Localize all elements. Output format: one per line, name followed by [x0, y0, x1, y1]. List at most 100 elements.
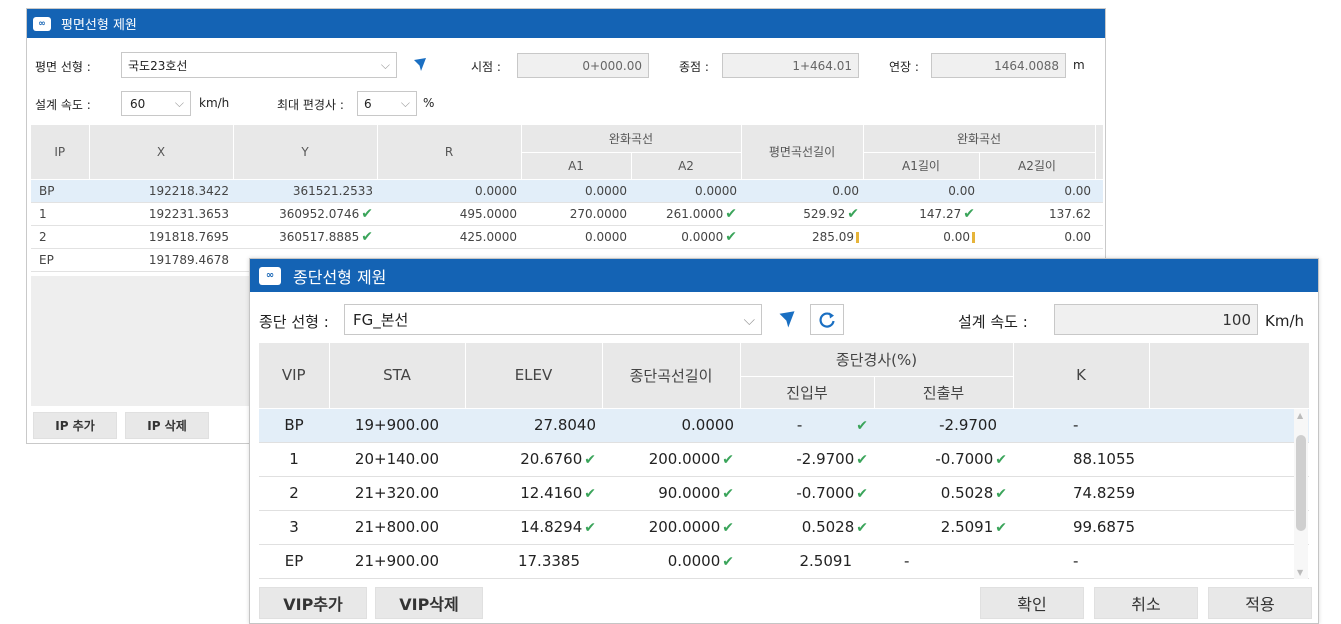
col-a2-length: A2길이: [979, 152, 1096, 180]
profile-alignment-dialog: ∞ 종단선형 제원 종단 선형 : FG_본선 ⌵ 설계 속도 : 100 Km…: [249, 258, 1319, 624]
superelevation-select[interactable]: 6 ⌵: [357, 91, 417, 116]
table-row[interactable]: BP 192218.3422 361521.2533 0.0000 0.0000…: [31, 179, 1104, 203]
delete-ip-button[interactable]: IP 삭제: [125, 412, 209, 439]
plan-speed-unit: km/h: [199, 96, 230, 110]
checkmark-icon: ✔: [995, 486, 1008, 502]
col-vertical-curve-length: 종단곡선길이: [602, 343, 741, 409]
col-a1: A1: [521, 152, 632, 180]
profile-speed-value: 100: [1222, 310, 1251, 329]
plan-speed-value: 60: [130, 96, 146, 111]
checkmark-icon: ✔: [361, 205, 373, 222]
profile-speed-unit: Km/h: [1265, 312, 1305, 330]
checkmark-icon: ✔: [725, 205, 738, 222]
table-row[interactable]: 2 191818.7695 360517.8885 ✔ 425.0000 0.00…: [31, 225, 1104, 249]
profile-line-value: FG_본선: [353, 311, 409, 329]
add-vip-button[interactable]: VIP추가: [259, 587, 367, 619]
checkmark-icon: ✔: [725, 228, 738, 245]
superelevation-unit: %: [423, 96, 435, 110]
col-sta: STA: [329, 343, 466, 409]
col-elev: ELEV: [465, 343, 603, 409]
superelevation-value: 6: [364, 96, 372, 111]
checkmark-icon: ✔: [722, 486, 734, 502]
col-entry: 진입부: [740, 376, 875, 409]
refresh-button[interactable]: [810, 304, 844, 335]
col-transition-length: 완화곡선: [863, 125, 1096, 153]
profile-dialog-titlebar: ∞ 종단선형 제원: [250, 259, 1318, 292]
cursor-arrow-icon: [414, 58, 426, 71]
end-station-field: 1+464.01: [722, 53, 859, 78]
cancel-button[interactable]: 취소: [1094, 587, 1198, 619]
checkmark-icon: ✔: [722, 554, 734, 570]
checkmark-icon: ✔: [856, 486, 868, 502]
warning-mark-icon: [856, 231, 860, 243]
warning-mark-icon: [972, 231, 976, 243]
ip-table: IP X Y R 완화곡선 평면곡선길이 완화곡선 A1 A2 A1길이 A2길…: [31, 125, 1104, 272]
table-row[interactable]: 2 21+320.00 12.4160 ✔ 90.0000 ✔ -0.7000 ✔ 0…: [259, 476, 1310, 511]
table-row[interactable]: 3 21+800.00 14.8294 ✔ 200.0000 ✔ 0.5028 ✔ 2…: [259, 510, 1310, 545]
col-exit: 진출부: [874, 376, 1014, 409]
checkmark-icon: ✔: [856, 452, 868, 468]
table-row[interactable]: BP 19+900.00 27.8040 0.0000 - ✔ -2.9700 -: [259, 408, 1310, 443]
delete-vip-button[interactable]: VIP삭제: [375, 587, 483, 619]
col-k: K: [1013, 343, 1150, 409]
col-curve-length: 평면곡선길이: [741, 125, 864, 180]
checkmark-icon: ✔: [584, 520, 596, 536]
add-ip-button[interactable]: IP 추가: [33, 412, 117, 439]
checkmark-icon: ✔: [856, 520, 868, 536]
checkmark-icon: ✔: [995, 520, 1008, 536]
superelevation-label: 최대 편경사 :: [277, 98, 344, 112]
scroll-up-icon[interactable]: ▲: [1297, 411, 1303, 420]
checkmark-icon: ✔: [995, 452, 1008, 468]
checkmark-icon: ✔: [722, 520, 734, 536]
profile-dialog-title: 종단선형 제원: [293, 267, 387, 287]
checkmark-icon: ✔: [361, 228, 373, 245]
start-station-field: 0+000.00: [517, 53, 649, 78]
col-x: X: [89, 125, 234, 180]
col-a1-length: A1길이: [863, 152, 980, 180]
plan-speed-label: 설계 속도 :: [35, 98, 91, 112]
checkmark-icon: ✔: [584, 486, 596, 502]
profile-line-select[interactable]: FG_본선 ⌵: [344, 304, 762, 335]
start-station-value: 0+000.00: [582, 58, 642, 73]
pick-profile-button[interactable]: [770, 304, 804, 335]
length-value: 1464.0088: [994, 58, 1059, 73]
refresh-icon: [819, 311, 835, 328]
pick-plan-button[interactable]: [407, 52, 433, 78]
alignment-app-icon: ∞: [259, 266, 281, 285]
plan-speed-select[interactable]: 60 ⌵: [121, 91, 191, 116]
plan-line-value: 국도23호선: [128, 58, 188, 73]
col-transition: 완화곡선: [521, 125, 742, 153]
checkmark-icon: ✔: [584, 452, 596, 468]
col-grade: 종단경사(%): [740, 343, 1014, 377]
scrollbar-thumb[interactable]: [1296, 435, 1306, 531]
length-label: 연장 :: [889, 60, 919, 74]
plan-dialog-titlebar: ∞ 평면선형 제원: [27, 9, 1105, 38]
col-y: Y: [233, 125, 378, 180]
col-ip: IP: [31, 125, 90, 180]
chevron-down-icon: ⌵: [400, 96, 410, 110]
chevron-down-icon: ⌵: [380, 57, 390, 72]
plan-line-select[interactable]: 국도23호선 ⌵: [121, 52, 397, 78]
col-vip: VIP: [259, 343, 330, 409]
scroll-down-icon[interactable]: ▼: [1297, 568, 1303, 577]
table-row[interactable]: 1 20+140.00 20.6760 ✔ 200.0000 ✔ -2.9700 ✔ …: [259, 442, 1310, 477]
length-unit: m: [1073, 58, 1085, 72]
checkmark-icon: ✔: [847, 205, 860, 222]
apply-button[interactable]: 적용: [1208, 587, 1312, 619]
alignment-app-icon: ∞: [33, 16, 51, 31]
vip-table-scrollbar[interactable]: ▲ ▼: [1294, 409, 1308, 579]
cursor-arrow-icon: [779, 310, 795, 327]
ok-button[interactable]: 확인: [980, 587, 1084, 619]
checkmark-icon: ✔: [856, 418, 868, 434]
end-station-label: 종점 :: [679, 60, 709, 74]
col-a2: A2: [631, 152, 742, 180]
col-r: R: [377, 125, 522, 180]
table-row[interactable]: 1 192231.3653 360952.0746 ✔ 495.0000 270.…: [31, 202, 1104, 226]
vip-table: VIP STA ELEV 종단곡선길이 종단경사(%) K 진입부 진출부 BP…: [259, 343, 1310, 579]
chevron-down-icon: ⌵: [174, 96, 184, 110]
checkmark-icon: ✔: [963, 205, 976, 222]
end-station-value: 1+464.01: [792, 58, 852, 73]
start-station-label: 시점 :: [471, 60, 501, 74]
profile-line-label: 종단 선형 :: [259, 313, 329, 331]
table-row[interactable]: EP 21+900.00 17.3385 0.0000 ✔ 2.5091 - -: [259, 544, 1310, 579]
